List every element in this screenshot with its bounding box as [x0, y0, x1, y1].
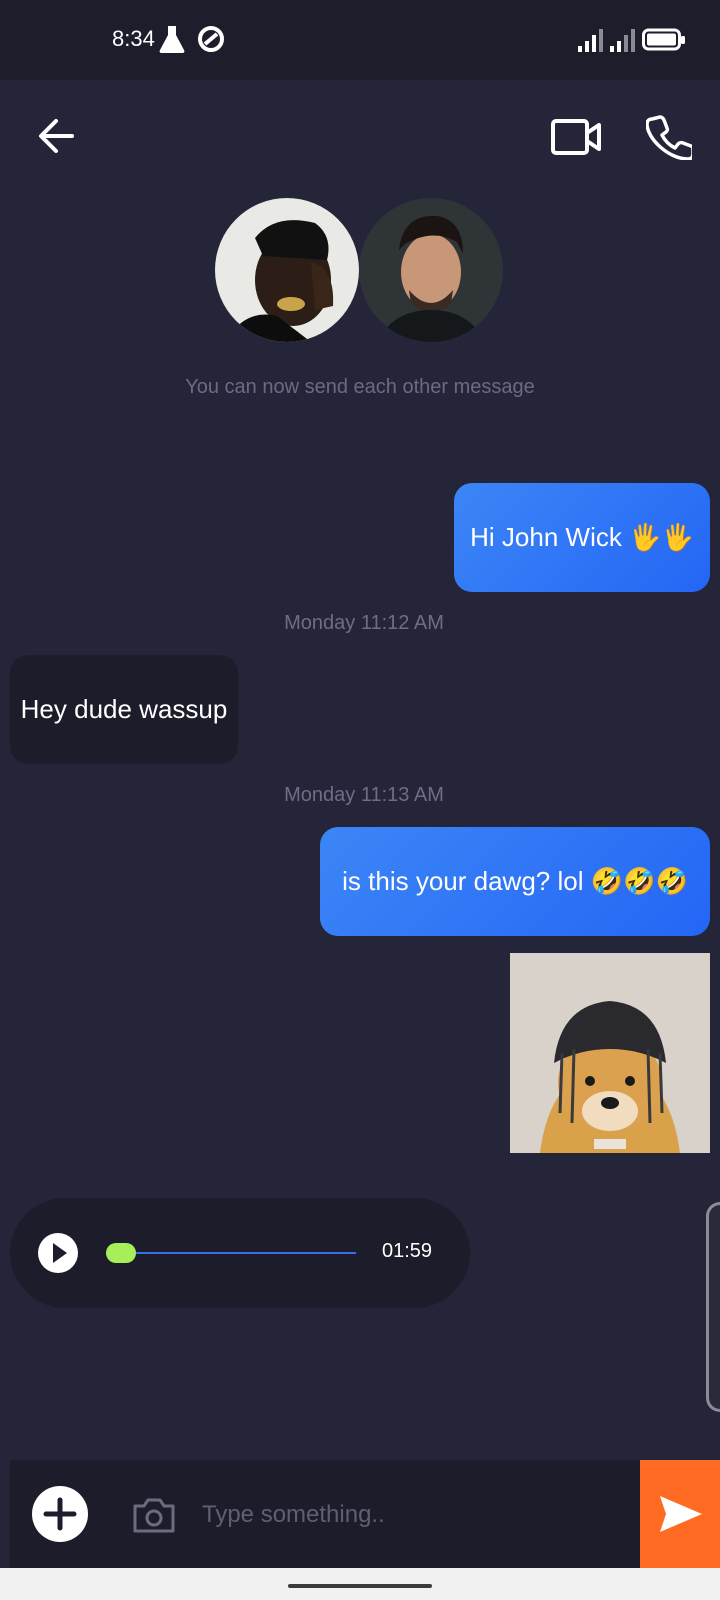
lab-flask-icon — [159, 26, 185, 53]
message-text: Hi John Wick 🖐🖐 — [470, 522, 694, 552]
voice-progress-thumb[interactable] — [106, 1243, 136, 1263]
message-timestamp: Monday 11:12 AM — [284, 612, 444, 634]
plus-icon — [43, 1497, 77, 1531]
home-gesture-pill[interactable] — [288, 1584, 432, 1588]
video-call-icon[interactable] — [551, 118, 601, 156]
outgoing-message-bubble[interactable]: Hi John Wick 🖐🖐 — [454, 483, 710, 592]
message-text: is this your dawg? lol 🤣🤣🤣 — [342, 866, 688, 896]
message-composer — [10, 1460, 640, 1568]
send-icon — [660, 1496, 702, 1532]
voice-duration: 01:59 — [382, 1240, 433, 1262]
message-input[interactable] — [200, 1484, 624, 1546]
dog-image-message[interactable] — [510, 953, 710, 1153]
signal-icon-2 — [610, 29, 635, 52]
voice-message: 01:59 — [10, 1198, 470, 1308]
add-attachment-button[interactable] — [32, 1486, 88, 1542]
back-arrow-icon[interactable] — [38, 118, 74, 154]
contact-avatar-1 — [215, 198, 359, 342]
battery-icon — [642, 28, 685, 51]
play-icon — [53, 1243, 67, 1263]
contact-avatar-2 — [359, 198, 503, 342]
message-text: Hey dude wassup — [20, 694, 228, 724]
camera-icon[interactable] — [132, 1496, 176, 1534]
message-timestamp: Monday 11:13 AM — [284, 784, 444, 806]
signal-icon-1 — [578, 29, 603, 52]
outgoing-message-bubble[interactable]: is this your dawg? lol 🤣🤣🤣 — [320, 827, 710, 936]
status-time: 8:34 — [112, 26, 155, 51]
conversation-info-text: You can now send each other message — [185, 376, 535, 398]
send-button[interactable] — [640, 1460, 720, 1568]
play-button[interactable] — [38, 1233, 78, 1273]
navigation-bar — [0, 1568, 720, 1600]
voice-progress-track[interactable] — [106, 1252, 356, 1254]
side-drawer-handle[interactable] — [706, 1202, 720, 1412]
incoming-message-bubble[interactable]: Hey dude wassup — [10, 655, 238, 764]
phone-call-icon[interactable] — [646, 114, 692, 160]
data-saver-icon — [198, 26, 224, 52]
status-bar: 8:34 — [0, 0, 720, 80]
